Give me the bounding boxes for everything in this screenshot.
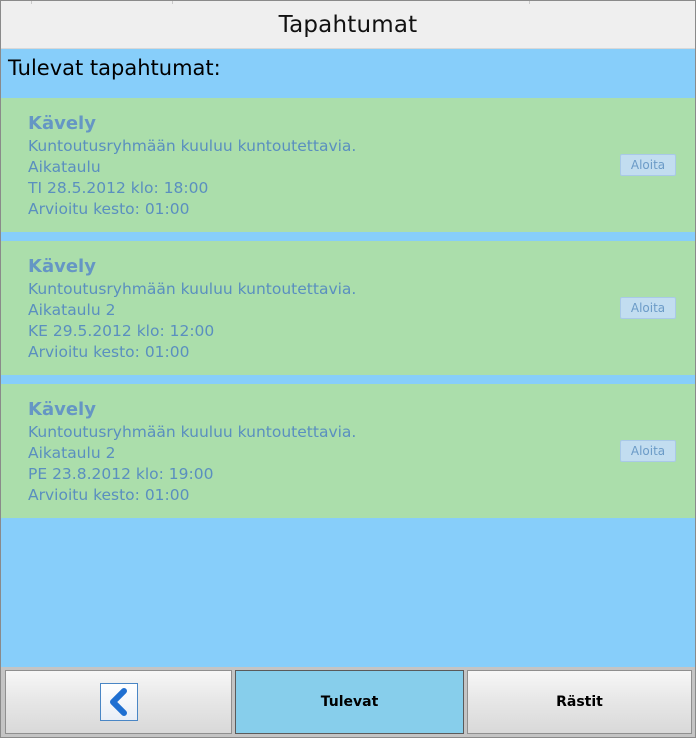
event-name: Kävely [28, 113, 96, 134]
event-datetime: PE 23.8.2012 klo: 19:00 [28, 465, 214, 483]
start-button[interactable]: Aloita [620, 297, 676, 319]
event-schedule: Aikataulu [28, 158, 101, 176]
event-schedule: Aikataulu 2 [28, 444, 116, 462]
event-card: Kävely Kuntoutusryhmään kuuluu kuntoutet… [1, 98, 695, 232]
event-card: Kävely Kuntoutusryhmään kuuluu kuntoutet… [1, 241, 695, 375]
event-name: Kävely [28, 256, 96, 277]
event-duration: Arvioitu kesto: 01:00 [28, 343, 190, 361]
event-card: Kävely Kuntoutusryhmään kuuluu kuntoutet… [1, 384, 695, 518]
start-button[interactable]: Aloita [620, 440, 676, 462]
event-duration: Arvioitu kesto: 01:00 [28, 486, 190, 504]
title-bar-tick [172, 1, 173, 4]
event-name: Kävely [28, 399, 96, 420]
event-info: Kävely Kuntoutusryhmään kuuluu kuntoutet… [28, 255, 356, 363]
event-datetime: TI 28.5.2012 klo: 18:00 [28, 179, 209, 197]
page-title: Tapahtumat [278, 11, 418, 38]
event-description: Kuntoutusryhmään kuuluu kuntoutettavia. [28, 280, 357, 298]
event-list: Kävely Kuntoutusryhmään kuuluu kuntoutet… [1, 98, 695, 527]
section-heading: Tulevat tapahtumat: [8, 56, 221, 80]
event-description: Kuntoutusryhmään kuuluu kuntoutettavia. [28, 137, 357, 155]
tab-overdue[interactable]: Rästit [467, 670, 692, 734]
event-info: Kävely Kuntoutusryhmään kuuluu kuntoutet… [28, 398, 356, 506]
event-datetime: KE 29.5.2012 klo: 12:00 [28, 322, 215, 340]
title-bar: Tapahtumat [1, 1, 695, 49]
event-duration: Arvioitu kesto: 01:00 [28, 200, 190, 218]
tab-upcoming[interactable]: Tulevat [235, 670, 464, 734]
start-button[interactable]: Aloita [620, 154, 676, 176]
event-info: Kävely Kuntoutusryhmään kuuluu kuntoutet… [28, 112, 356, 220]
title-bar-tick [529, 1, 530, 4]
chevron-left-icon [99, 683, 138, 721]
back-button[interactable] [5, 670, 232, 734]
title-bar-tick [31, 1, 32, 4]
event-schedule: Aikataulu 2 [28, 301, 116, 319]
event-description: Kuntoutusryhmään kuuluu kuntoutettavia. [28, 423, 357, 441]
bottom-nav-bar: Tulevat Rästit [1, 667, 695, 737]
app-window: Tapahtumat Tulevat tapahtumat: Kävely Ku… [0, 0, 696, 738]
